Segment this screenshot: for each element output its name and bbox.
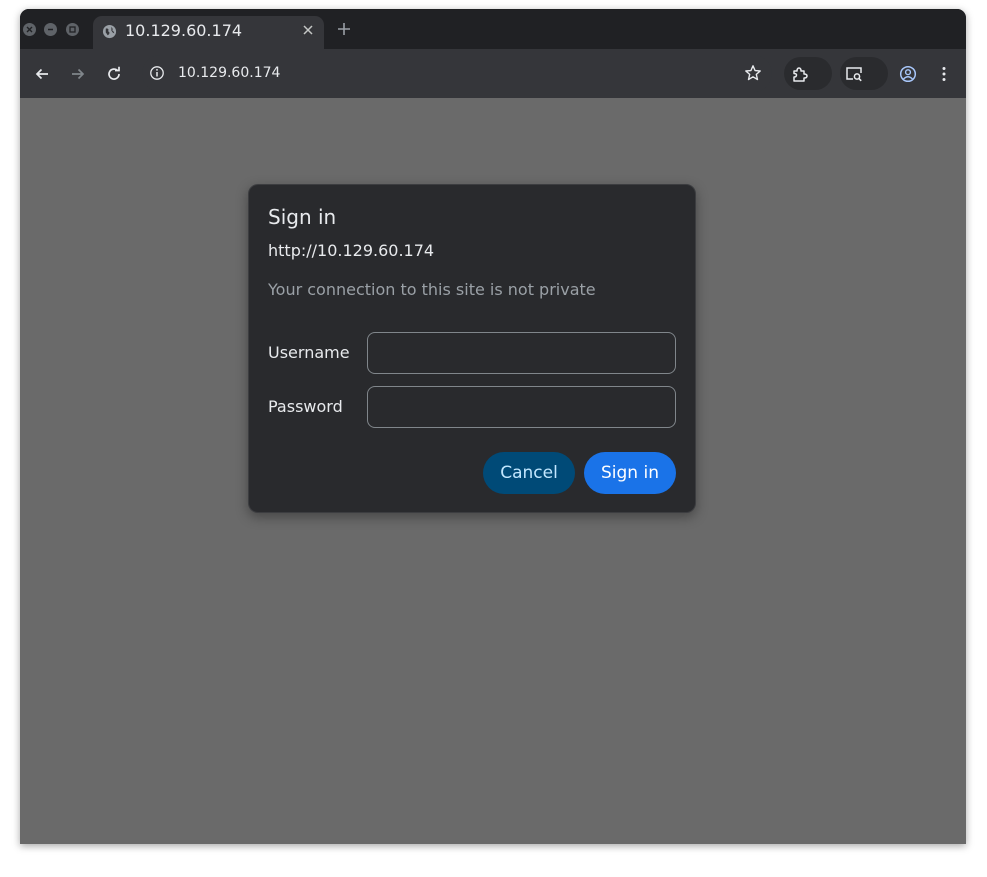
close-icon: [303, 25, 313, 35]
tab-search-button[interactable]: [840, 60, 868, 88]
tab-active[interactable]: 10.129.60.174: [93, 16, 324, 49]
username-label: Username: [268, 343, 350, 362]
info-icon[interactable]: [149, 65, 165, 81]
minimize-icon: [48, 28, 53, 31]
browser-window: 10.129.60.174 10.129.60.174 Sign in http…: [20, 9, 966, 844]
star-icon[interactable]: [744, 64, 762, 82]
tab-title: 10.129.60.174: [125, 21, 243, 40]
arrow-back-icon: [35, 68, 48, 80]
browser-toolbar: 10.129.60.174: [20, 49, 966, 98]
tab-close-button[interactable]: [300, 22, 316, 38]
tab-strip: 10.129.60.174: [20, 9, 966, 49]
dialog-origin: http://10.129.60.174: [268, 241, 435, 260]
account-icon: [899, 65, 917, 83]
close-icon: [26, 26, 33, 33]
extensions-button[interactable]: [786, 60, 814, 88]
reload-icon: [108, 66, 120, 80]
kebab-menu-icon: [942, 67, 946, 81]
forward-button[interactable]: [64, 60, 92, 88]
page-content: Sign in http://10.129.60.174 Your connec…: [20, 98, 966, 844]
window-close-button[interactable]: [23, 23, 36, 36]
maximize-icon: [69, 26, 76, 33]
reload-button[interactable]: [100, 60, 128, 88]
dialog-warning: Your connection to this site is not priv…: [268, 280, 596, 299]
password-input[interactable]: [367, 386, 676, 428]
new-tab-button[interactable]: [336, 21, 352, 37]
dialog-title: Sign in: [268, 205, 337, 229]
profile-button[interactable]: [894, 60, 922, 88]
address-bar[interactable]: 10.129.60.174: [142, 55, 772, 92]
back-button[interactable]: [28, 60, 56, 88]
window-minimize-button[interactable]: [44, 23, 57, 36]
sign-in-dialog: Sign in http://10.129.60.174 Your connec…: [248, 184, 696, 513]
plus-icon: [338, 23, 350, 35]
menu-button[interactable]: [930, 60, 958, 88]
password-label: Password: [268, 397, 343, 416]
globe-icon: [102, 24, 117, 39]
window-maximize-button[interactable]: [66, 23, 79, 36]
sign-in-button[interactable]: Sign in: [584, 452, 676, 494]
arrow-forward-icon: [72, 68, 85, 80]
tab-search-icon: [846, 67, 862, 82]
cancel-button[interactable]: Cancel: [483, 452, 575, 494]
url-text[interactable]: 10.129.60.174: [178, 65, 280, 81]
puzzle-icon: [793, 67, 808, 82]
username-input[interactable]: [367, 332, 676, 374]
